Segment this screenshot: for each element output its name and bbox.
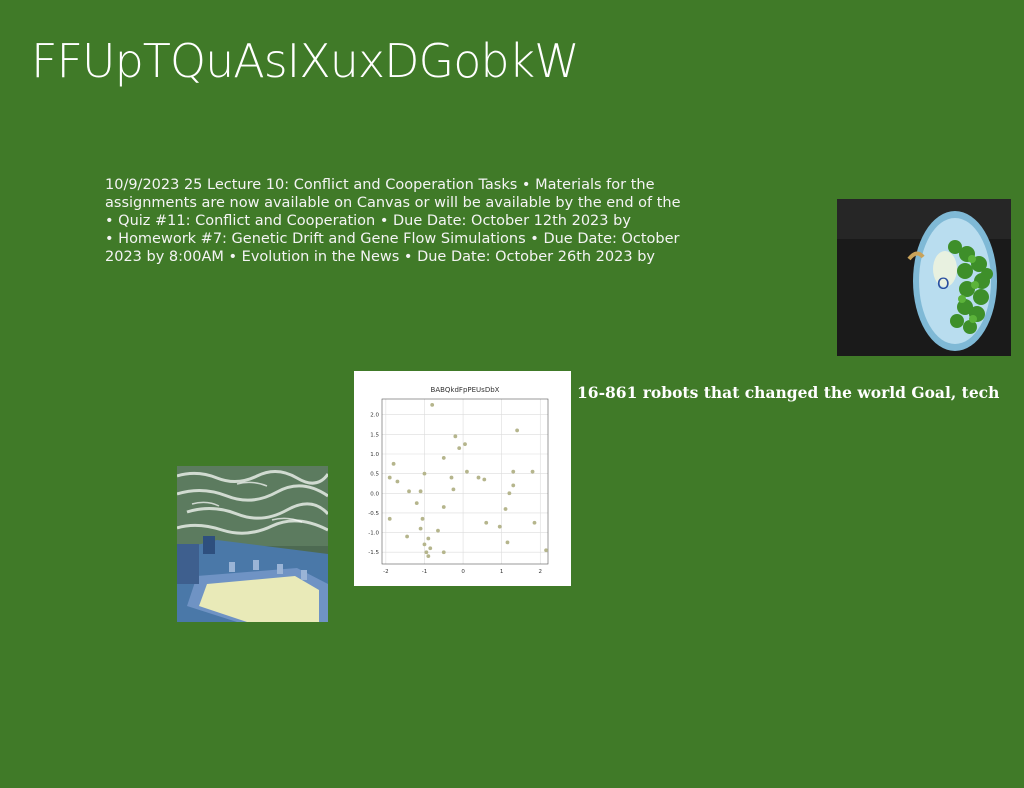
- body-line: 2023 by 8:00AM • Evolution in the News •…: [105, 249, 655, 265]
- scatter-point: [511, 483, 516, 488]
- scatter-point: [387, 516, 392, 521]
- slide-title: FFUpTQuAsIXuxDGobkW: [31, 34, 580, 88]
- scatter-point: [418, 489, 423, 494]
- scatter-point: [418, 526, 423, 531]
- scatter-point: [426, 554, 431, 559]
- scatter-point: [428, 546, 433, 551]
- scatter-point: [426, 536, 431, 541]
- y-tick-label: -0.5: [368, 511, 379, 517]
- scatter-point: [441, 550, 446, 555]
- body-line: 10/9/2023 25 Lecture 10: Conflict and Co…: [105, 177, 655, 193]
- chart-grid: [382, 399, 548, 564]
- scatter-point: [484, 520, 489, 525]
- scatter-point: [430, 402, 435, 407]
- slide-body-text: 10/9/2023 25 Lecture 10: Conflict and Co…: [105, 176, 681, 266]
- x-tick-label: 1: [500, 569, 504, 575]
- scatter-point: [515, 428, 520, 433]
- scatter-point: [391, 461, 396, 466]
- x-tick-label: -1: [422, 569, 427, 575]
- x-tick-label: 2: [539, 569, 543, 575]
- scatter-point: [387, 475, 392, 480]
- scatter-point: [420, 516, 425, 521]
- chart-title: BABQkdFpPEUsDbX: [431, 386, 500, 394]
- water-image: [177, 466, 328, 622]
- y-tick-label: 1.5: [370, 432, 379, 438]
- scatter-point: [497, 524, 502, 529]
- chart-frame: [381, 398, 549, 565]
- y-tick-label: 2.0: [370, 413, 379, 419]
- scatter-point: [422, 471, 427, 476]
- x-tick-label: 0: [461, 569, 465, 575]
- scatter-point: [503, 507, 508, 511]
- y-tick-label: 0.5: [370, 472, 379, 478]
- y-tick-label: -1.5: [368, 550, 379, 556]
- scatter-point: [505, 540, 510, 545]
- scatter-point: [436, 528, 440, 533]
- scatter-point: [511, 469, 516, 474]
- scatter-point: [405, 534, 409, 539]
- scatter-point: [463, 442, 467, 447]
- scatter-point: [465, 469, 469, 474]
- chart-points: [387, 402, 548, 559]
- y-tick-label: -1.0: [368, 531, 379, 537]
- scatter-point: [482, 477, 487, 482]
- body-line: • Homework #7: Genetic Drift and Gene Fl…: [105, 231, 680, 247]
- scatter-point: [544, 548, 548, 553]
- scatter-point: [441, 456, 446, 460]
- body-line: assignments are now available on Canvas …: [105, 195, 681, 211]
- scatter-chart: BABQkdFpPEUsDbX -2 -1 0 1 2 2.0 1.5 1.0 0.5 0.0 -0…: [354, 371, 571, 586]
- scatter-point: [449, 475, 454, 480]
- scatter-point: [530, 469, 535, 474]
- scatter-point: [407, 489, 411, 494]
- scatter-point: [441, 505, 446, 509]
- y-tick-label: 1.0: [370, 452, 379, 458]
- scatter-point: [457, 446, 462, 451]
- slide-caption: 16-861 robots that changed the world Goa…: [577, 383, 1000, 402]
- scatter-point: [507, 491, 512, 496]
- svg-text:O: O: [937, 274, 950, 293]
- scatter-point: [395, 479, 400, 484]
- scatter-point: [451, 487, 456, 492]
- scatter-point: [453, 434, 458, 439]
- body-line: • Quiz #11: Conflict and Cooperation • D…: [105, 213, 631, 229]
- x-tick-label: -2: [383, 569, 388, 575]
- scatter-point: [532, 520, 537, 525]
- scatter-point: [414, 501, 419, 506]
- plate-image: O: [837, 199, 1011, 356]
- scatter-point: [424, 550, 429, 555]
- scatter-point: [422, 542, 427, 547]
- y-tick-label: 0.0: [370, 491, 379, 497]
- scatter-point: [476, 475, 481, 480]
